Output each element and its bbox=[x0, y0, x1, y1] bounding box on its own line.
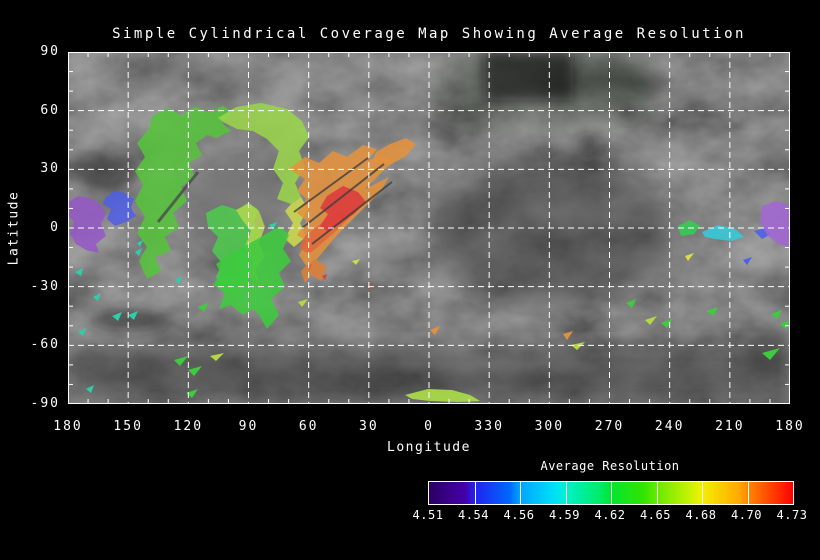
x-tick-label: 180 bbox=[775, 419, 805, 434]
colorbar-divider bbox=[747, 482, 749, 504]
colorbar-divider bbox=[656, 482, 658, 504]
y-tick-label: 0 bbox=[50, 220, 60, 235]
x-tick-label: 180 bbox=[53, 419, 83, 434]
colorbar-tick-label: 4.54 bbox=[458, 508, 489, 522]
x-tick-label: 240 bbox=[654, 419, 685, 434]
y-tick-label: -90 bbox=[30, 396, 60, 411]
x-tick-label: 330 bbox=[474, 419, 504, 434]
y-tick-label: 90 bbox=[40, 44, 60, 59]
x-tick-label: 120 bbox=[173, 419, 204, 434]
coverage-map-figure: Simple Cylindrical Coverage Map Showing … bbox=[0, 0, 820, 560]
colorbar-tick-label: 4.73 bbox=[776, 508, 808, 522]
x-tick-label: 210 bbox=[715, 419, 745, 434]
x-tick-label: 300 bbox=[534, 419, 565, 434]
colorbar-tick-label: 4.68 bbox=[685, 508, 717, 522]
colorbar-title: Average Resolution bbox=[540, 459, 680, 473]
x-tick-label: 270 bbox=[594, 419, 625, 434]
x-axis-label: Longitude bbox=[387, 440, 471, 455]
coverage-map bbox=[68, 52, 790, 404]
colorbar-divider bbox=[611, 482, 612, 504]
colorbar-divider bbox=[702, 482, 703, 504]
x-tick-label: 90 bbox=[238, 419, 259, 434]
colorbar-divider bbox=[565, 482, 567, 504]
colorbar-tick-label: 4.65 bbox=[640, 508, 671, 522]
colorbar-tick-label: 4.56 bbox=[503, 508, 535, 522]
y-tick-label: 30 bbox=[40, 161, 60, 177]
x-tick-label: 60 bbox=[298, 419, 319, 434]
colorbar-divider bbox=[520, 482, 521, 504]
colorbar-tick-label: 4.62 bbox=[594, 508, 626, 522]
x-tick-label: 150 bbox=[113, 419, 143, 434]
x-tick-label: 0 bbox=[424, 419, 434, 434]
colorbar bbox=[428, 481, 794, 505]
colorbar-tick-label: 4.70 bbox=[731, 508, 762, 522]
colorbar-tick-label: 4.51 bbox=[412, 508, 444, 522]
colorbar-divider bbox=[474, 482, 476, 504]
y-tick-label: -30 bbox=[30, 278, 60, 294]
y-tick-label: -60 bbox=[30, 337, 60, 353]
map-plot-area bbox=[68, 52, 790, 404]
y-tick-label: 60 bbox=[40, 102, 60, 118]
chart-title: Simple Cylindrical Coverage Map Showing … bbox=[112, 26, 746, 42]
x-tick-label: 30 bbox=[359, 419, 379, 434]
colorbar-tick-label: 4.59 bbox=[549, 508, 580, 522]
colorbar-tick-labels: 4.51 4.54 4.56 4.59 4.62 4.65 4.68 4.70 4.73 bbox=[413, 508, 807, 524]
